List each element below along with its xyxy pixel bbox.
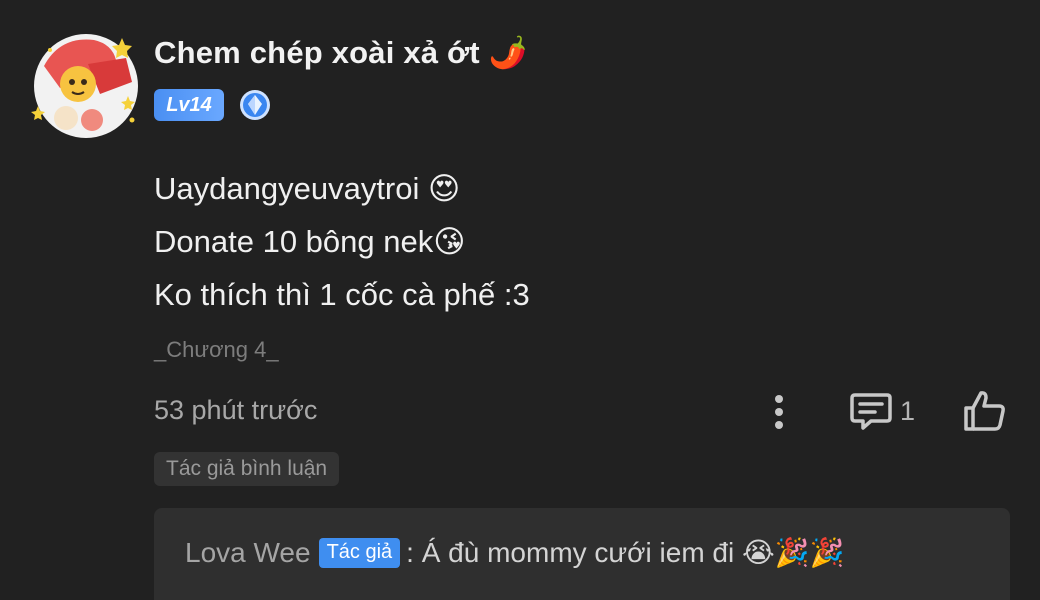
comment-screen: Chem chép xoài xả ớt 🌶️ Lv14 Uaydangyeuv… <box>0 0 1040 600</box>
comment-line: Ko thích thì 1 cốc cà phế :3 <box>154 277 530 312</box>
author-badge: Tác giả <box>318 537 401 568</box>
user-badges: Lv14 <box>154 88 272 122</box>
reply-line: Lova Wee Tác giả : Á đù mommy cưới iem đ… <box>185 536 844 569</box>
comment-body: Uaydangyeuvaytroi 😍 Donate 10 bông nek😘 … <box>154 162 530 321</box>
timestamp: 53 phút trước <box>154 395 318 425</box>
thumbs-up-icon[interactable] <box>962 388 1008 434</box>
reply-comment-icon[interactable] <box>849 390 893 432</box>
comment-line: Donate 10 bông nek😘 <box>154 224 466 259</box>
comment-line: Uaydangyeuvaytroi 😍 <box>154 171 461 206</box>
reply-preview[interactable]: Lova Wee Tác giả : Á đù mommy cưới iem đ… <box>154 508 1010 600</box>
reply-count: 1 <box>900 396 916 426</box>
author-commented-tag: Tác giả bình luận <box>154 452 340 486</box>
more-vertical-icon[interactable] <box>765 392 793 432</box>
chapter-label[interactable]: _Chương 4_ <box>154 337 279 363</box>
level-badge: Lv14 <box>154 89 224 121</box>
reply-text: : Á đù mommy cưới iem đi 😭🎉🎉 <box>406 537 845 568</box>
avatar[interactable] <box>30 30 142 142</box>
username[interactable]: Chem chép xoài xả ớt 🌶️ <box>154 34 527 71</box>
vip-diamond-icon <box>240 90 270 120</box>
reply-author-name[interactable]: Lova Wee <box>185 537 311 569</box>
